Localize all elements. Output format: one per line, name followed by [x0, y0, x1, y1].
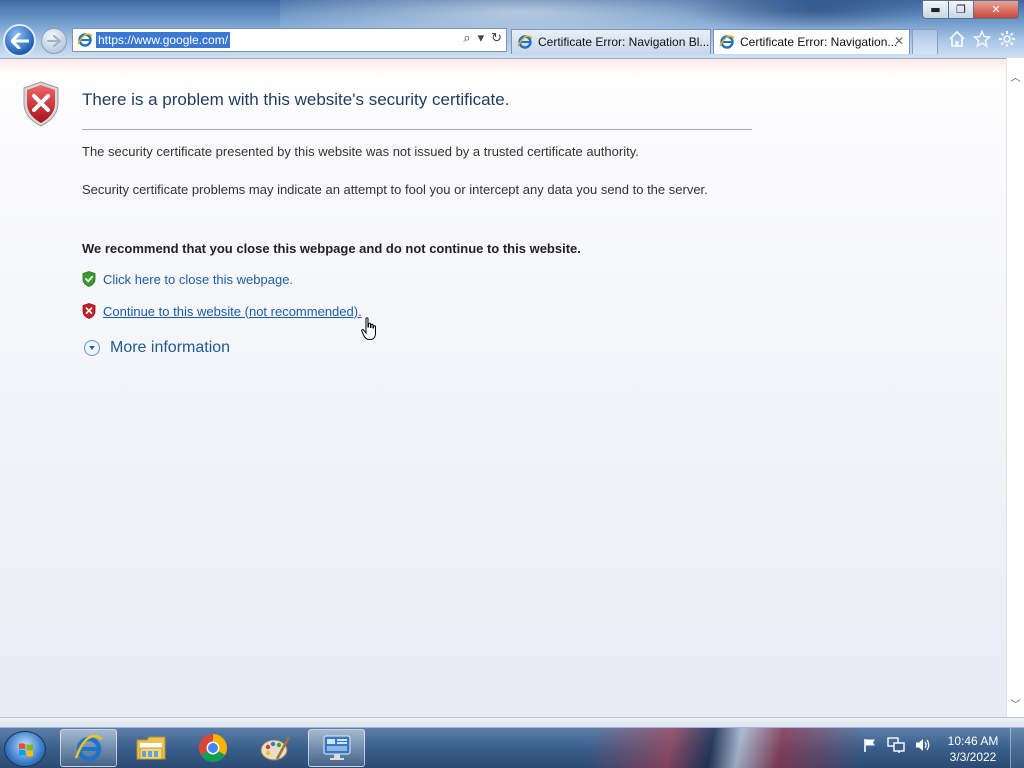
- expand-chevron-icon: [84, 340, 100, 356]
- refresh-icon[interactable]: ↻: [491, 31, 502, 46]
- internet-explorer-icon: [74, 734, 103, 762]
- address-tools: ⌕ ▾ ↻: [463, 31, 502, 46]
- back-button[interactable]: [3, 24, 36, 57]
- wallpaper-art: [590, 728, 860, 768]
- tab-label: Certificate Error: Navigation...: [740, 35, 898, 49]
- forward-arrow-icon: [47, 35, 61, 47]
- home-icon[interactable]: [948, 30, 966, 48]
- close-webpage-link-text[interactable]: Click here to close this webpage.: [103, 272, 293, 287]
- vertical-scrollbar[interactable]: ︿ ﹀: [1006, 58, 1024, 717]
- command-icons: [948, 30, 1016, 48]
- url-text[interactable]: https://www.google.com/: [96, 32, 231, 48]
- taskbar: 10:46 AM 3/3/2022: [0, 727, 1024, 768]
- scroll-down-arrow-icon[interactable]: ﹀: [1007, 697, 1024, 715]
- favorites-star-icon[interactable]: [973, 30, 991, 48]
- danger-shield-icon: [82, 303, 96, 319]
- divider: [82, 129, 752, 130]
- forward-button[interactable]: [41, 28, 67, 54]
- recommendation-text: We recommend that you close this webpage…: [82, 241, 581, 256]
- status-bar: [0, 717, 1024, 727]
- tools-gear-icon[interactable]: [998, 30, 1016, 48]
- tab-label: Certificate Error: Navigation Bl...: [538, 35, 710, 49]
- scroll-up-arrow-icon[interactable]: ︿: [1007, 70, 1024, 88]
- network-icon[interactable]: [887, 737, 905, 753]
- continue-to-website-link-text[interactable]: Continue to this website (not recommende…: [103, 304, 362, 319]
- dropdown-icon[interactable]: ▾: [478, 31, 485, 46]
- page-title: There is a problem with this website's s…: [82, 90, 510, 109]
- chrome-icon: [198, 734, 227, 762]
- close-window-button[interactable]: ✕: [973, 0, 1019, 19]
- restore-button[interactable]: ❐: [948, 0, 974, 19]
- security-warning-message: Security certificate problems may indica…: [82, 182, 708, 197]
- taskbar-windows-explorer[interactable]: [122, 729, 179, 767]
- system-clock[interactable]: 10:46 AM 3/3/2022: [942, 733, 1004, 765]
- volume-icon[interactable]: [914, 737, 932, 753]
- hand-cursor-icon: [361, 317, 376, 340]
- clock-date: 3/3/2022: [949, 750, 997, 764]
- system-tray: [862, 737, 932, 753]
- wallpaper-shadow: [680, 0, 940, 30]
- close-tab-icon[interactable]: ✕: [894, 34, 904, 48]
- more-information-toggle[interactable]: More information: [84, 339, 230, 357]
- safe-shield-icon: [82, 271, 96, 287]
- tab-certificate-error-2[interactable]: Certificate Error: Navigation... ✕: [713, 29, 910, 54]
- error-shield-icon: [23, 81, 59, 127]
- taskbar-remote-desktop[interactable]: [308, 729, 365, 767]
- taskbar-google-chrome[interactable]: [184, 729, 241, 767]
- back-arrow-icon: [10, 32, 29, 49]
- address-bar[interactable]: https://www.google.com/ ⌕ ▾ ↻: [72, 28, 507, 52]
- ie-tab-icon: [517, 34, 533, 50]
- clock-time: 10:46 AM: [947, 734, 999, 748]
- search-icon[interactable]: ⌕: [463, 31, 470, 46]
- continue-to-website-link[interactable]: Continue to this website (not recommende…: [82, 303, 362, 319]
- show-desktop-button[interactable]: [1010, 728, 1024, 768]
- taskbar-internet-explorer[interactable]: [60, 729, 117, 767]
- windows-logo-icon: [19, 743, 33, 757]
- ie-page-icon: [77, 32, 93, 48]
- paint-palette-icon: [260, 736, 290, 761]
- error-tint: [0, 59, 1006, 75]
- start-button[interactable]: [4, 731, 46, 767]
- taskbar-paint[interactable]: [246, 729, 303, 767]
- close-webpage-link[interactable]: Click here to close this webpage.: [82, 271, 293, 287]
- folder-icon: [136, 736, 165, 760]
- page-content: There is a problem with this website's s…: [0, 58, 1006, 717]
- tab-certificate-error-1[interactable]: Certificate Error: Navigation Bl...: [511, 29, 711, 54]
- ie-tab-icon: [719, 34, 735, 50]
- new-tab-button[interactable]: [912, 29, 938, 54]
- browser-chrome: ▬ ❐ ✕ https://www.google.com/ ⌕ ▾ ↻ Cert…: [0, 0, 1024, 58]
- more-information-label[interactable]: More information: [110, 339, 230, 357]
- certificate-issuer-message: The security certificate presented by th…: [82, 144, 639, 159]
- action-center-flag-icon[interactable]: [862, 737, 878, 753]
- minimize-button[interactable]: ▬: [922, 0, 949, 19]
- remote-desktop-icon: [323, 735, 350, 760]
